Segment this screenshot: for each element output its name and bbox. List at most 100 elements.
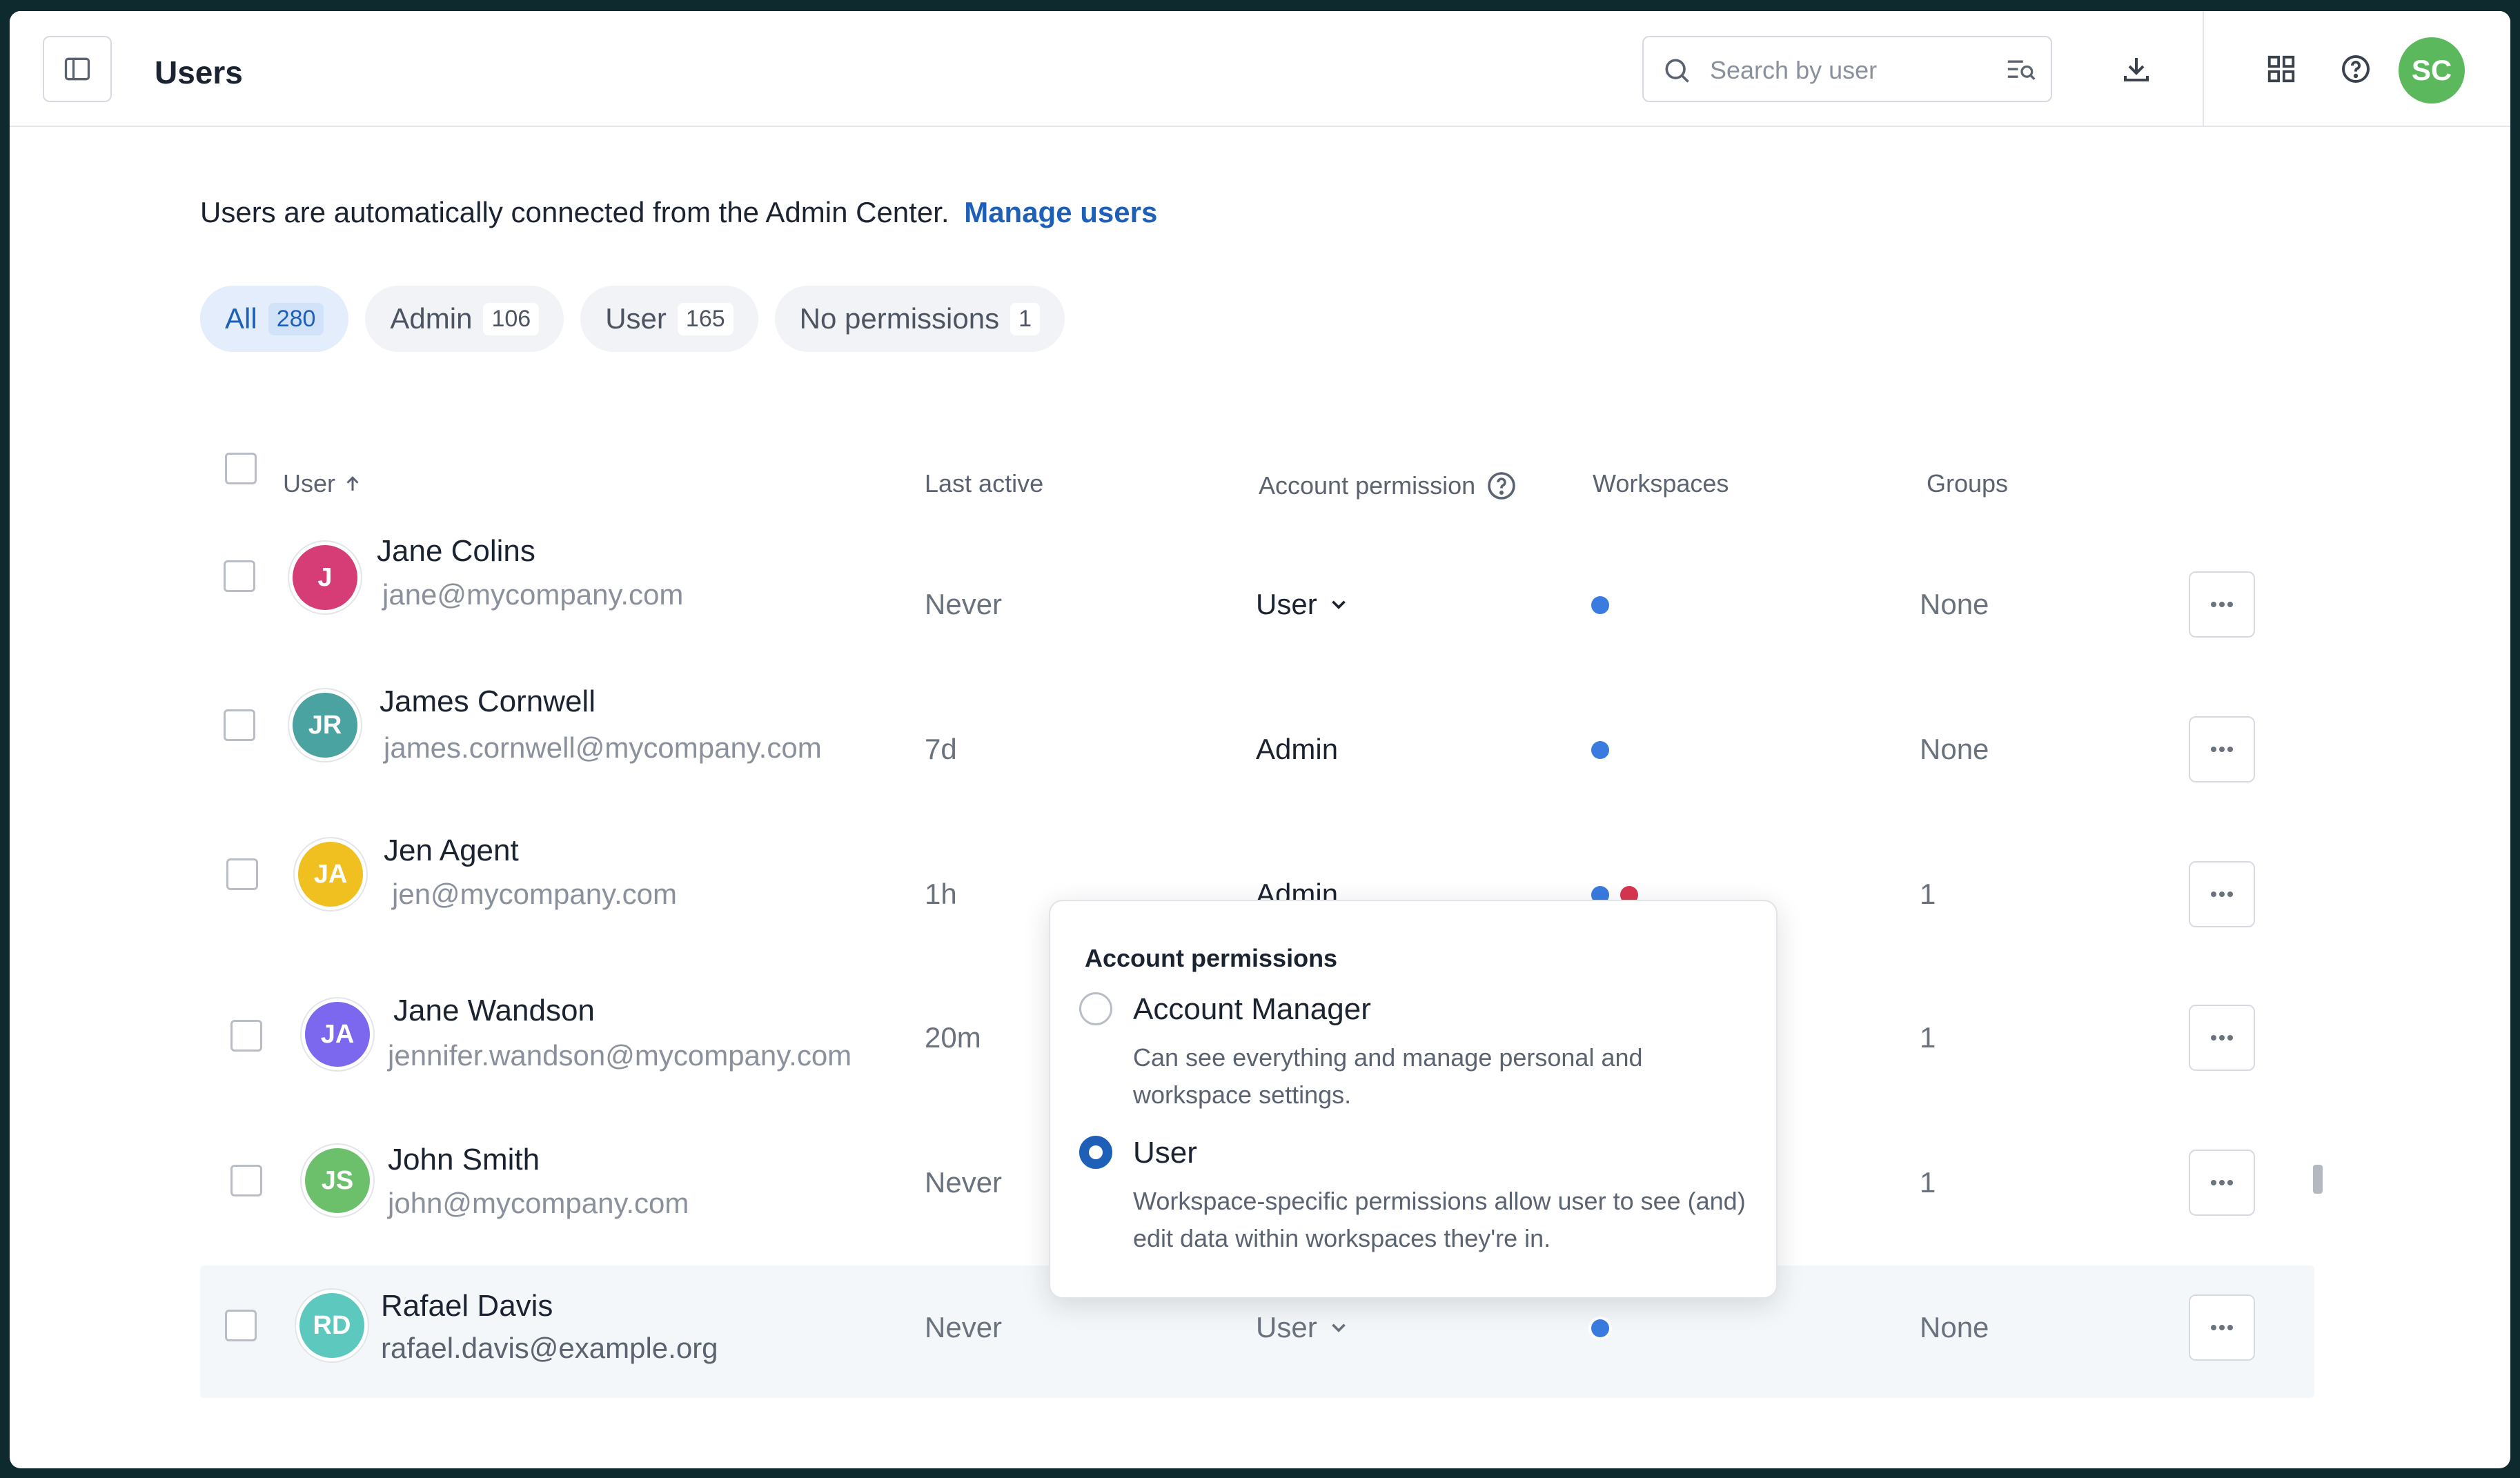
column-header-permission-label: Account permission (1259, 471, 1476, 500)
chevron-down-icon (1331, 600, 1346, 609)
permission-dropdown[interactable]: User (1256, 588, 1350, 621)
chip-count: 280 (268, 302, 324, 335)
filter-chip-admin[interactable]: Admin 106 (365, 286, 564, 352)
more-horizontal-icon (2211, 1035, 2233, 1041)
filter-chips: All 280 Admin 106 User 165 No permission… (200, 286, 1065, 352)
avatar: JR (293, 693, 357, 758)
user-email: jennifer.wandson@mycompany.com (388, 1039, 852, 1072)
user-name: John Smith (388, 1143, 540, 1176)
chip-count: 1 (1010, 302, 1040, 335)
download-button[interactable] (2116, 48, 2157, 90)
groups-value: 1 (1920, 878, 1936, 910)
row-checkbox[interactable] (224, 560, 255, 592)
column-header-workspaces[interactable]: Workspaces (1593, 469, 1729, 498)
permission-value: Admin (1256, 733, 1338, 766)
chevron-down-icon (1331, 1323, 1346, 1332)
chip-count: 106 (483, 302, 540, 335)
page-title: Users (155, 55, 243, 90)
search-icon (1665, 59, 1689, 83)
more-horizontal-icon (2211, 602, 2233, 607)
column-header-groups[interactable]: Groups (1927, 469, 2008, 498)
avatar: JS (305, 1148, 370, 1213)
sidebar-panel-icon (64, 57, 90, 81)
permission-dropdown[interactable]: User (1256, 1311, 1350, 1344)
manage-users-link[interactable]: Manage users (964, 196, 1157, 228)
workspace-dot (1591, 1319, 1609, 1337)
more-horizontal-icon (2211, 1180, 2233, 1185)
radio-user[interactable] (1079, 1136, 1112, 1169)
chip-label: Admin (390, 302, 473, 335)
top-header: Users SC (10, 11, 2510, 127)
search-box[interactable] (1642, 36, 2052, 102)
more-horizontal-icon (2211, 747, 2233, 752)
user-name: James Cornwell (380, 684, 595, 718)
row-checkbox[interactable] (225, 1310, 257, 1341)
row-checkbox[interactable] (230, 1165, 262, 1196)
sidebar-toggle-button[interactable] (43, 36, 112, 102)
intro-message: Users are automatically connected from t… (200, 196, 949, 228)
column-header-last-active[interactable]: Last active (925, 469, 1043, 498)
groups-value: None (1920, 733, 1989, 765)
avatar: JA (305, 1002, 370, 1067)
last-active: 20m (925, 1021, 981, 1054)
filter-chip-user[interactable]: User 165 (580, 286, 758, 352)
filter-chip-no-permissions[interactable]: No permissions 1 (774, 286, 1065, 352)
row-more-button[interactable] (2189, 1150, 2255, 1216)
help-icon (2342, 55, 2370, 83)
user-name: Jane Wandson (393, 994, 595, 1027)
option-description-user: Workspace-specific permissions allow use… (1133, 1187, 1746, 1252)
user-email: james.cornwell@mycompany.com (384, 731, 822, 764)
sort-ascending-icon (346, 476, 359, 491)
row-checkbox[interactable] (230, 1020, 262, 1052)
search-input[interactable] (1710, 52, 1972, 88)
download-icon (2124, 58, 2149, 81)
avatar: RD (299, 1293, 364, 1358)
row-checkbox[interactable] (226, 858, 258, 890)
column-header-user[interactable]: User (283, 469, 363, 498)
last-active: Never (925, 1311, 1003, 1343)
row-more-button[interactable] (2189, 571, 2255, 638)
more-horizontal-icon (2211, 1325, 2233, 1330)
radio-account-manager[interactable] (1079, 992, 1112, 1025)
account-permissions-popover: Account permissions Account Manager Can … (1049, 900, 1778, 1299)
option-label-account-manager[interactable]: Account Manager (1133, 992, 1371, 1027)
groups-value: 1 (1920, 1021, 1936, 1054)
user-email: rafael.davis@example.org (381, 1332, 718, 1364)
chip-count: 165 (677, 302, 734, 335)
option-description-account-manager: Can see everything and manage personal a… (1133, 1043, 1643, 1109)
groups-value: 1 (1920, 1166, 1936, 1199)
filter-chip-all[interactable]: All 280 (200, 286, 349, 352)
user-name: Jane Colins (377, 534, 535, 568)
chip-label: User (605, 302, 667, 335)
user-email: jen@mycompany.com (392, 878, 677, 910)
user-email: john@mycompany.com (388, 1187, 689, 1219)
permission-value-text: Admin (1256, 733, 1339, 765)
row-more-button[interactable] (2189, 1005, 2255, 1071)
user-avatar[interactable]: SC (2399, 37, 2465, 104)
row-more-button[interactable] (2189, 716, 2255, 782)
help-button[interactable] (2335, 48, 2376, 90)
grid-icon (2267, 55, 2295, 83)
avatar: J (293, 545, 357, 610)
option-label-user[interactable]: User (1133, 1136, 1197, 1170)
apps-button[interactable] (2261, 48, 2302, 90)
help-icon[interactable] (1485, 469, 1518, 502)
column-header-user-label: User (283, 469, 336, 497)
workspace-dot (1591, 741, 1609, 759)
search-filter-icon[interactable] (2005, 55, 2038, 86)
popover-title: Account permissions (1085, 944, 1338, 972)
column-header-account-permission[interactable]: Account permission (1259, 469, 1518, 502)
avatar: JA (298, 842, 363, 907)
last-active: 1h (925, 878, 957, 910)
more-horizontal-icon (2211, 891, 2233, 897)
permission-value: User (1256, 1311, 1317, 1343)
last-active: 7d (925, 733, 957, 765)
row-checkbox[interactable] (224, 709, 255, 741)
chip-label: No permissions (799, 302, 1000, 335)
groups-value: None (1920, 1311, 1989, 1343)
select-all-checkbox[interactable] (225, 453, 257, 484)
scrollbar-thumb[interactable] (2313, 1165, 2323, 1194)
row-more-button[interactable] (2189, 861, 2255, 927)
row-more-button[interactable] (2189, 1294, 2255, 1361)
workspace-dot (1591, 596, 1609, 614)
